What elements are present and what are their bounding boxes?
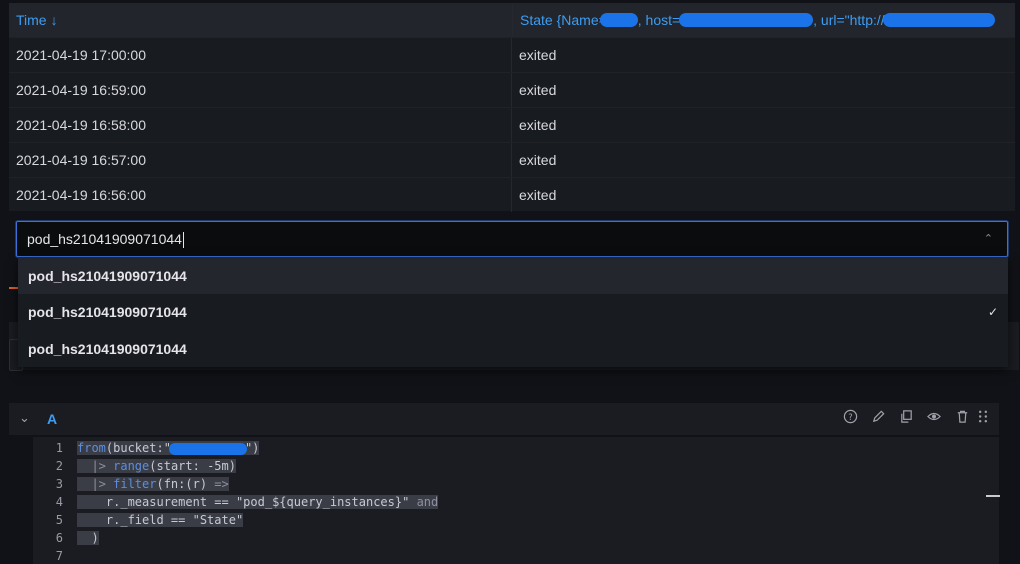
select-option[interactable]: pod_hs21041909071044	[18, 257, 1008, 294]
state-header-part2: , host="	[637, 12, 686, 28]
redacted-url	[882, 13, 995, 27]
code-line-4: r._measurement == "pod_${query_instances…	[77, 495, 439, 509]
time-column-header[interactable]: Time ↓	[9, 3, 512, 37]
state-header-part3: , url="http://	[813, 12, 885, 28]
table-row: 2021-04-19 16:59:00 exited	[9, 72, 1015, 107]
select-input[interactable]: pod_hs21041909071044	[27, 231, 184, 249]
duplicate-icon[interactable]	[898, 409, 914, 425]
select-option[interactable]: pod_hs21041909071044 ✓	[18, 293, 1008, 330]
query-ref-id[interactable]: A	[47, 411, 57, 427]
option-label: pod_hs21041909071044	[28, 267, 187, 284]
drag-icon[interactable]	[975, 409, 991, 425]
query-header: ⌄ A ?	[9, 403, 999, 435]
line-number: 5	[55, 513, 63, 527]
line-number: 1	[55, 441, 63, 455]
line-number: 2	[55, 459, 63, 473]
code-line-2: |> range(start: -5m)	[77, 459, 236, 473]
state-column-header[interactable]: State {Name=" , host=" , url="http://	[512, 3, 1015, 37]
time-cell: 2021-04-19 16:57:00	[9, 143, 512, 177]
state-header-part1: State {Name="	[520, 12, 612, 28]
code-line-5: r._field == "State"	[77, 513, 244, 527]
query-editor[interactable]: 1 2 3 4 5 6 7 from(bucket:" ") |> range(s…	[33, 437, 999, 564]
state-cell: exited	[519, 187, 557, 203]
svg-text:?: ?	[848, 412, 852, 422]
option-label: pod_hs21041909071044	[28, 340, 187, 357]
time-cell: 2021-04-19 17:00:00	[9, 38, 512, 72]
code-line-3: |> filter(fn:(r) =>	[77, 477, 229, 491]
state-cell: exited	[519, 117, 557, 133]
state-cell: exited	[519, 82, 557, 98]
results-table: Time ↓ State {Name=" , host=" , url="htt…	[9, 3, 1015, 212]
code-line-6: )	[77, 531, 99, 545]
time-cell: 2021-04-19 16:56:00	[9, 178, 512, 212]
edit-icon[interactable]	[870, 409, 886, 425]
line-number: 4	[55, 495, 63, 509]
sort-desc-icon: ↓	[50, 12, 58, 28]
editor-scroll-marker	[986, 495, 1000, 497]
table-row: 2021-04-19 16:58:00 exited	[9, 107, 1015, 142]
table-row: 2021-04-19 16:56:00 exited	[9, 177, 1015, 212]
table-row: 2021-04-19 16:57:00 exited	[9, 142, 1015, 177]
line-number: 3	[55, 477, 63, 491]
select-menu: pod_hs21041909071044 pod_hs2104190907104…	[18, 257, 1008, 367]
line-number: 7	[55, 549, 63, 563]
chevron-up-icon[interactable]: ⌃	[984, 232, 993, 245]
check-icon: ✓	[987, 304, 998, 319]
time-cell: 2021-04-19 16:58:00	[9, 108, 512, 142]
redacted-name	[599, 13, 638, 27]
state-cell: exited	[519, 47, 557, 63]
redacted-host	[679, 13, 814, 27]
table-row: 2021-04-19 17:00:00 exited	[9, 37, 1015, 72]
eye-icon[interactable]	[926, 409, 942, 425]
text-cursor	[182, 232, 184, 249]
code-line-1: from(bucket:" ")	[77, 441, 260, 455]
variable-select[interactable]: pod_hs21041909071044 ⌃	[16, 221, 1008, 257]
line-number: 6	[55, 531, 63, 545]
time-cell: 2021-04-19 16:59:00	[9, 73, 512, 107]
collapse-toggle-icon[interactable]: ⌄	[19, 410, 30, 426]
select-option[interactable]: pod_hs21041909071044	[18, 330, 1008, 367]
help-icon[interactable]: ?	[842, 409, 858, 425]
trash-icon[interactable]	[954, 409, 970, 425]
time-header-label: Time	[16, 12, 47, 28]
option-label: pod_hs21041909071044	[28, 303, 187, 320]
state-cell: exited	[519, 152, 557, 168]
